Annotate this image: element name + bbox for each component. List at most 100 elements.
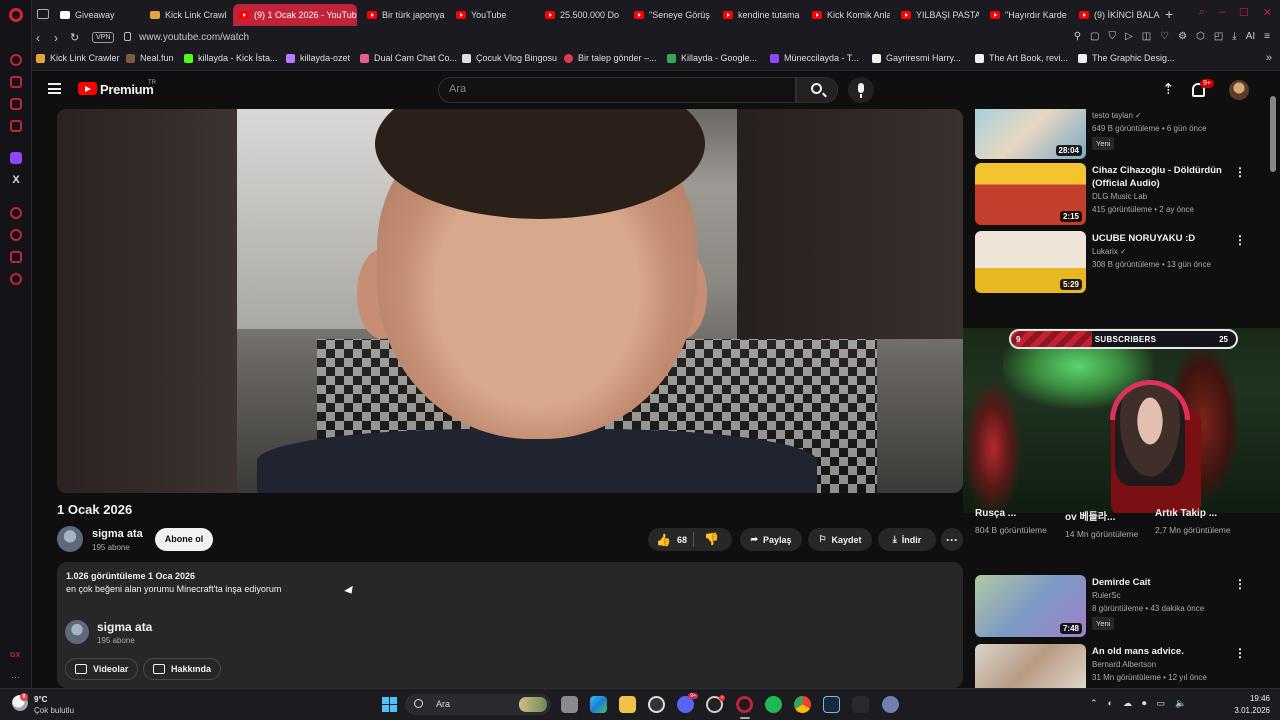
pen-app-icon[interactable] (852, 696, 869, 713)
bookmark-dual-cam[interactable]: Dual Cam Chat Co... (360, 53, 457, 63)
download-icon[interactable]: ⤓ (1232, 31, 1236, 42)
new-tab-button[interactable]: + (1165, 6, 1173, 22)
settings-gear-icon[interactable] (648, 696, 665, 713)
recommendation-item[interactable]: 5:29 UCUBE NORUYAKU :D Lukarix ✓ 308 B g… (975, 231, 1246, 293)
subscribe-button[interactable]: Abone ol (155, 528, 213, 551)
microphone-icon[interactable]: ⏺ (1142, 698, 1147, 709)
more-vertical-icon[interactable]: ⋮ (1234, 165, 1246, 179)
player-icon[interactable] (10, 120, 22, 132)
reload-icon[interactable]: ↻ (70, 31, 79, 44)
bookmark-bir-talep[interactable]: Bir talep gönder –... (564, 53, 657, 63)
more-dots-icon[interactable]: ··· (11, 672, 20, 682)
chevron-up-icon[interactable]: ⌃ (1090, 698, 1098, 709)
player-sidebar-icon[interactable] (10, 207, 22, 219)
bookmark-art-book[interactable]: The Art Book, revi... (975, 53, 1068, 63)
display-icon[interactable]: ▭ (1157, 698, 1166, 709)
x-twitter-icon[interactable]: X (10, 174, 22, 186)
bookmark-kick-link-crawler[interactable]: Kick Link Crawler (36, 53, 120, 63)
chrome-icon[interactable] (794, 696, 811, 713)
history-icon[interactable] (10, 229, 22, 241)
gear-app-icon[interactable] (882, 696, 899, 713)
close-icon[interactable]: ✕ (1263, 6, 1272, 19)
youtube-logo-icon[interactable] (78, 82, 97, 95)
extensions-icon[interactable] (10, 251, 22, 263)
wallet-cube-icon[interactable]: ◰ (1214, 31, 1223, 42)
network-cloud-icon[interactable]: ☁ (1123, 698, 1132, 709)
video-thumbnail[interactable] (975, 644, 1086, 688)
temperature[interactable]: 9°C (34, 695, 47, 704)
messenger-icon[interactable] (10, 76, 22, 88)
rec-title[interactable]: Demirde Cait (1092, 576, 1222, 589)
recommendation-item[interactable]: 7:48 Demirde Cait RulerSc 8 görüntüleme … (975, 575, 1246, 637)
vpn-badge[interactable]: VPN (92, 32, 115, 43)
heart-icon[interactable]: ♡ (1160, 31, 1169, 42)
short-title[interactable]: Rusça ... (975, 508, 1063, 519)
download-button[interactable]: ⤓ İndir (878, 528, 936, 551)
tab-ikinci[interactable]: (9) İKİNCİ BALA (1073, 4, 1161, 26)
video-thumbnail[interactable]: 5:29 (975, 231, 1086, 293)
hamburger-menu-icon[interactable] (48, 83, 61, 94)
play-icon[interactable]: ▷ (1125, 31, 1133, 42)
bookmark-neal-fun[interactable]: Neal.fun (126, 53, 174, 63)
like-icon[interactable]: 👍 (656, 533, 671, 547)
recommendation-item[interactable]: 28:04 testo taylan ✓ 649 B görüntüleme •… (975, 109, 1245, 159)
rec-title[interactable]: UCUBE NORUYAKU :D (1092, 232, 1222, 245)
short-item[interactable]: Rusça ... 804 B görüntüleme (975, 508, 1063, 536)
ai-icon[interactable]: AI (1246, 31, 1255, 42)
rec-channel[interactable]: Lukarix ✓ (1092, 247, 1127, 256)
dislike-icon[interactable]: 👎 (704, 532, 719, 546)
tab-giveaway[interactable]: Giveaway (54, 4, 142, 26)
pin-icon[interactable]: ⚲ (1074, 31, 1081, 42)
like-count[interactable]: 68 (677, 535, 687, 545)
about-button[interactable]: Hakkında (143, 658, 222, 680)
videos-button[interactable]: Videolar (65, 658, 139, 680)
bookmark-cocuk-vlog[interactable]: Çocuk Vlog Bingosu (462, 53, 557, 63)
share-button[interactable]: ➦ Paylaş (740, 528, 802, 551)
search-button[interactable] (796, 77, 838, 103)
rec-channel[interactable]: testo taylan ✓ (1092, 111, 1142, 120)
tab-seneye[interactable]: "Seneye Görüş (628, 4, 712, 26)
chat-icon[interactable] (10, 98, 22, 110)
page-scrollbar[interactable] (1270, 96, 1276, 172)
bookmark-gayriresmi-harry[interactable]: Gayriresmi Harry... (872, 53, 961, 63)
recommendation-item[interactable]: 2:15 Cihaz Cihazoğlu - Döldürdün (Offici… (975, 163, 1246, 225)
shield-icon[interactable]: ⛉ (1109, 31, 1117, 42)
windows-start-icon[interactable] (382, 697, 397, 712)
description-channel-avatar[interactable] (65, 620, 89, 644)
opera-logo-icon[interactable] (9, 8, 23, 22)
channel-name[interactable]: sigma ata (92, 528, 143, 540)
rec-title[interactable]: Cihaz Cihazoğlu - Döldürdün (Official Au… (1092, 164, 1222, 190)
video-thumbnail[interactable]: 28:04 (975, 109, 1086, 159)
more-vertical-icon[interactable]: ⋮ (1234, 233, 1246, 247)
recommendation-item[interactable]: An old mans advice. Bernard Albertson 31… (975, 644, 1245, 688)
tab-hayirdir[interactable]: "Hayırdır Karde (984, 4, 1068, 26)
file-explorer-icon[interactable] (619, 696, 636, 713)
description-channel-name[interactable]: sigma ata (97, 620, 152, 634)
forward-icon[interactable]: › (54, 31, 58, 45)
search-tabs-icon[interactable]: ⌕ (1199, 6, 1205, 19)
task-view-icon[interactable] (561, 696, 578, 713)
settings-icon[interactable] (10, 273, 22, 285)
more-actions-button[interactable]: ··· (941, 528, 963, 551)
edge-icon[interactable] (590, 696, 607, 713)
menu-icon[interactable]: ≡ (1264, 31, 1270, 42)
tab-menu-icon[interactable] (37, 9, 49, 19)
opera-gx-icon[interactable] (736, 696, 753, 713)
volume-icon[interactable]: 🔈 (1175, 698, 1186, 709)
back-icon[interactable]: ‹ (36, 31, 40, 45)
obs-icon[interactable]: • (706, 695, 725, 713)
extensions-icon[interactable]: ⬡ (1196, 31, 1205, 42)
bookmark-graphic-design[interactable]: The Graphic Desig... (1078, 53, 1175, 63)
bookmarks-more-icon[interactable]: » (1266, 52, 1272, 64)
url-field[interactable]: www.youtube.com/watch (139, 32, 249, 43)
clock-date[interactable]: 3.01.2026 (1226, 706, 1270, 715)
clock-time[interactable]: 19:46 (1238, 694, 1270, 703)
short-item[interactable]: ov 베들라... 14 Mn görüntüleme (1065, 508, 1153, 540)
video-player[interactable] (57, 109, 963, 493)
search-input[interactable] (449, 83, 779, 95)
rec-title[interactable]: An old mans advice. (1092, 645, 1222, 658)
bookmark-killayda-ozet[interactable]: killayda-ozet (286, 53, 350, 63)
tab-kick-link-crawler[interactable]: Kick Link Crawl (144, 4, 228, 26)
video-thumbnail[interactable]: 7:48 (975, 575, 1086, 637)
steam-icon[interactable] (823, 696, 840, 713)
